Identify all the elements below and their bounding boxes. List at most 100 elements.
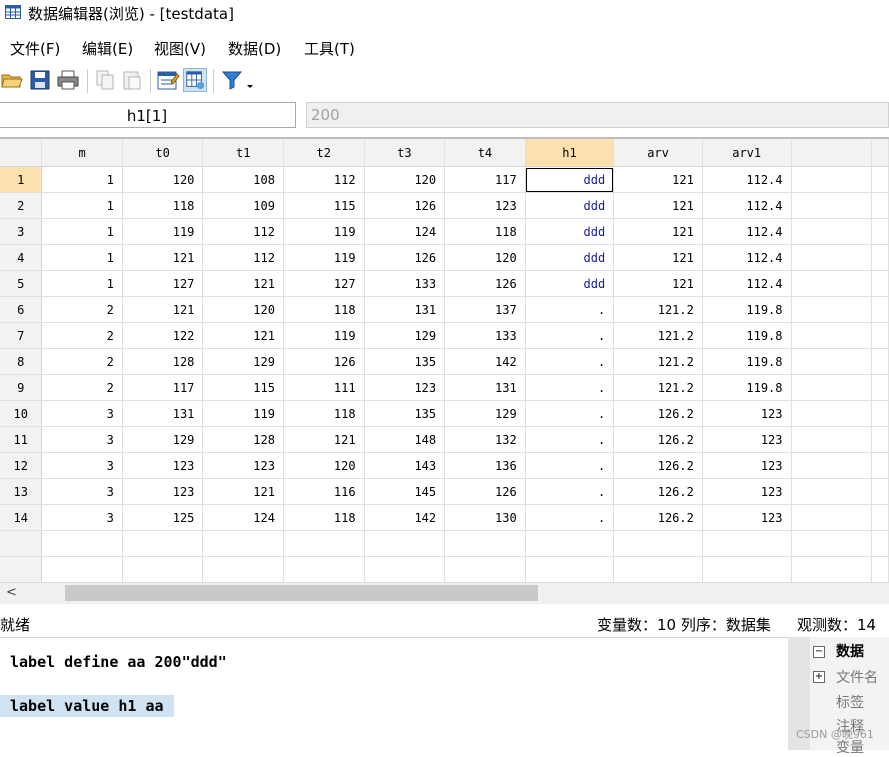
empty-cell[interactable] [791,426,872,453]
column-header-t2[interactable]: t2 [283,139,365,167]
empty-cell[interactable] [0,556,43,583]
cell-t0[interactable]: 128 [122,348,204,375]
empty-cell[interactable] [871,348,889,375]
cell-t2[interactable]: 118 [283,296,365,323]
cell-t4[interactable]: 137 [444,296,526,323]
cell-t2[interactable]: 116 [283,478,365,505]
row-number[interactable]: 2 [0,192,43,219]
cell-t2[interactable]: 118 [283,504,365,531]
cell-arv1[interactable]: 112.4 [702,166,792,193]
empty-cell[interactable] [871,322,889,349]
cell-t1[interactable]: 121 [202,478,284,505]
empty-cell[interactable] [871,426,889,453]
empty-cell[interactable] [791,374,872,401]
cell-t0[interactable]: 118 [122,192,204,219]
cell-t1[interactable]: 121 [202,270,284,297]
cell-arv[interactable]: 121 [613,244,703,271]
variables-manager-icon[interactable] [156,68,180,92]
empty-cell[interactable] [202,530,284,557]
empty-cell[interactable] [444,556,526,583]
cell-h1[interactable]: . [525,504,615,531]
cell-t3[interactable]: 131 [364,296,446,323]
column-header-h1[interactable]: h1 [525,139,615,167]
empty-cell[interactable] [444,530,526,557]
empty-cell[interactable] [871,556,889,583]
cell-t1[interactable]: 112 [202,244,284,271]
menu-tools[interactable]: 工具(T) [304,38,355,59]
cell-arv[interactable]: 126.2 [613,452,703,479]
cell-t1[interactable]: 120 [202,296,284,323]
row-number[interactable]: 14 [0,504,43,531]
empty-cell[interactable] [871,400,889,427]
empty-cell[interactable] [41,530,123,557]
cell-h1[interactable]: . [525,478,615,505]
cell-arv1[interactable]: 112.4 [702,244,792,271]
cell-t4[interactable]: 136 [444,452,526,479]
row-number[interactable]: 7 [0,322,43,349]
cell-arv1[interactable]: 123 [702,504,792,531]
cell-t2[interactable]: 111 [283,374,365,401]
row-number[interactable]: 10 [0,400,43,427]
cell-t0[interactable]: 117 [122,374,204,401]
corner-cell[interactable] [0,139,43,167]
cell-t3[interactable]: 126 [364,244,446,271]
empty-cell[interactable] [871,530,889,557]
cell-arv[interactable]: 121 [613,218,703,245]
cell-t0[interactable]: 123 [122,452,204,479]
cell-t0[interactable]: 127 [122,270,204,297]
cell-m[interactable]: 3 [41,452,123,479]
empty-cell[interactable] [791,452,872,479]
cell-t4[interactable]: 129 [444,400,526,427]
cell-arv1[interactable]: 112.4 [702,270,792,297]
menu-file[interactable]: 文件(F) [10,38,60,59]
row-number[interactable]: 4 [0,244,43,271]
cell-t4[interactable]: 120 [444,244,526,271]
empty-cell[interactable] [871,452,889,479]
column-header-m[interactable]: m [41,139,123,167]
cell-m[interactable]: 1 [41,270,123,297]
empty-cell[interactable] [702,556,792,583]
save-icon[interactable] [28,68,52,92]
scroll-left-arrow-icon[interactable]: < [6,585,17,600]
empty-column-header[interactable] [791,139,872,167]
empty-cell[interactable] [791,244,872,271]
cell-h1[interactable]: . [525,348,615,375]
cell-t0[interactable]: 131 [122,400,204,427]
expand-icon[interactable]: + [813,671,825,683]
cell-t4[interactable]: 133 [444,322,526,349]
cell-t1[interactable]: 109 [202,192,284,219]
cell-t4[interactable]: 126 [444,270,526,297]
cell-t2[interactable]: 121 [283,426,365,453]
column-header-t1[interactable]: t1 [202,139,284,167]
cell-t3[interactable]: 124 [364,218,446,245]
cell-arv1[interactable]: 119.8 [702,348,792,375]
cell-m[interactable]: 3 [41,400,123,427]
panel-section-data[interactable]: 数据 [836,641,864,661]
empty-cell[interactable] [791,400,872,427]
data-grid[interactable]: m t0 t1 t2 t3 t4 h1 arv arv1 1 1 120 108 112 120 117 dd… [0,137,889,583]
cell-t2[interactable]: 115 [283,192,365,219]
cell-arv[interactable]: 121.2 [613,348,703,375]
empty-cell[interactable] [871,192,889,219]
cell-h1[interactable]: . [525,426,615,453]
cell-h1[interactable]: ddd [525,192,615,219]
empty-cell[interactable] [871,374,889,401]
cell-arv1[interactable]: 123 [702,426,792,453]
column-header-t4[interactable]: t4 [444,139,526,167]
cell-h1[interactable]: ddd [525,270,615,297]
empty-cell[interactable] [702,530,792,557]
cell-arv1[interactable]: 119.8 [702,296,792,323]
cell-t2[interactable]: 112 [283,166,365,193]
scrollbar-thumb[interactable] [65,585,538,601]
menu-edit[interactable]: 编辑(E) [82,38,133,59]
cell-t3[interactable]: 126 [364,192,446,219]
row-number[interactable]: 12 [0,452,43,479]
cell-t4[interactable]: 132 [444,426,526,453]
cell-m[interactable]: 1 [41,218,123,245]
cell-arv1[interactable]: 123 [702,452,792,479]
cell-t3[interactable]: 129 [364,322,446,349]
cell-m[interactable]: 3 [41,504,123,531]
empty-cell[interactable] [791,192,872,219]
empty-cell[interactable] [791,478,872,505]
cell-arv[interactable]: 121.2 [613,296,703,323]
